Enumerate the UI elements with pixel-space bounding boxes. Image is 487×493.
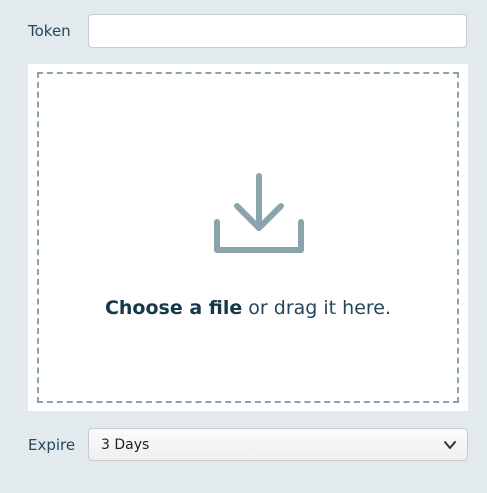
token-row: Token [0, 14, 487, 48]
expire-selected-value: 3 Days [101, 436, 150, 453]
drag-hint-text: or drag it here. [242, 297, 392, 319]
token-input[interactable] [88, 14, 467, 48]
expire-row: Expire 3 Days [0, 428, 487, 461]
upload-panel: Choose a file or drag it here. [28, 64, 468, 411]
chevron-down-icon [444, 441, 456, 449]
file-drop-zone[interactable]: Choose a file or drag it here. [37, 72, 459, 403]
drop-zone-text: Choose a file or drag it here. [39, 297, 457, 319]
token-label: Token [28, 22, 71, 40]
expire-label: Expire [28, 436, 76, 454]
download-icon [214, 173, 304, 253]
choose-file-link[interactable]: Choose a file [105, 297, 242, 319]
expire-select[interactable]: 3 Days [88, 428, 468, 461]
